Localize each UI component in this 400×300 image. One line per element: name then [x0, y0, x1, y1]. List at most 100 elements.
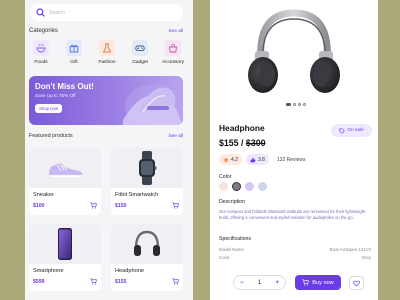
- featured-see-all-link[interactable]: See all: [168, 134, 183, 139]
- image-pagination: [286, 103, 306, 106]
- buy-now-button[interactable]: Buy now: [295, 275, 341, 290]
- spec-row: Model Name Boat Airdopes 121V2: [219, 247, 371, 252]
- product-price: $100: [33, 203, 45, 209]
- gamepad-icon: [132, 40, 148, 56]
- product-price: $150: [115, 203, 127, 209]
- product-price: $599: [33, 279, 45, 285]
- product-image: [29, 224, 101, 264]
- smartwatch-image: [139, 151, 157, 185]
- product-price: $155 / $300: [219, 138, 266, 148]
- color-swatches: [219, 182, 267, 191]
- on-sale-badge: On sale: [331, 124, 372, 137]
- tag-icon: [339, 127, 345, 134]
- product-name: Smartphone: [33, 268, 64, 274]
- product-name: Headphone: [115, 268, 144, 274]
- original-price: $300: [245, 138, 266, 148]
- promo-banner[interactable]: Don't Miss Out! Save Up to 75% Off Shop …: [29, 76, 183, 125]
- color-swatch-grey[interactable]: [232, 182, 241, 191]
- color-swatch-blush[interactable]: [219, 182, 228, 191]
- on-sale-label: On sale: [347, 128, 364, 133]
- star-icon: [223, 156, 229, 163]
- category-fashion[interactable]: Fashion: [93, 40, 121, 65]
- category-label: Gift: [70, 60, 78, 65]
- categories-see-all-link[interactable]: See all: [168, 29, 183, 34]
- category-label: Foods: [34, 60, 48, 65]
- spec-value: Boat Airdopes 121V2: [329, 247, 371, 252]
- color-swatch-blue[interactable]: [258, 182, 267, 191]
- category-label: Gadget: [132, 60, 148, 65]
- product-hero-image[interactable]: [210, 0, 378, 110]
- product-title: Headphone: [219, 123, 265, 133]
- product-image: [111, 224, 183, 264]
- add-to-cart-icon[interactable]: [90, 202, 97, 209]
- food-bowl-icon: [33, 40, 49, 56]
- specifications-label: Specifications: [219, 236, 252, 242]
- product-detail-screen: Headphone On sale $155 / $300 4.2 3.8 13…: [210, 0, 378, 300]
- categories-header: Categories See all: [29, 28, 183, 34]
- category-list: Foods Gift Fashion Gadget Accessory: [27, 40, 187, 65]
- dress-icon: [99, 40, 115, 56]
- category-gadget[interactable]: Gadget: [126, 40, 154, 65]
- price-separator: /: [238, 138, 246, 148]
- spec-key: Color: [219, 255, 230, 260]
- current-price: $155: [219, 138, 239, 148]
- product-name: Sneaker: [33, 192, 54, 198]
- add-to-cart-icon[interactable]: [90, 278, 97, 285]
- pagination-dot[interactable]: [303, 103, 306, 106]
- category-accessory[interactable]: Accessory: [159, 40, 187, 65]
- headphone-hero-image: [248, 9, 340, 93]
- description-label: Description: [219, 199, 245, 205]
- handbag-icon: [165, 40, 181, 56]
- buy-now-label: Buy now: [312, 279, 334, 286]
- quantity-stepper[interactable]: − 1 +: [233, 275, 286, 290]
- headphone-image: [134, 230, 160, 256]
- featured-title: Featured products: [29, 133, 73, 139]
- color-swatch-lavender[interactable]: [245, 182, 254, 191]
- product-card-sneaker[interactable]: Sneaker $100: [29, 148, 101, 215]
- reviews-count[interactable]: 132 Reviews: [277, 157, 306, 163]
- description-text: Our compact and foldable Bluetooth earbu…: [219, 209, 366, 220]
- search-icon: [36, 8, 45, 17]
- spec-key: Model Name: [219, 247, 244, 252]
- category-gift[interactable]: Gift: [60, 40, 88, 65]
- promo-product-image: [123, 84, 183, 125]
- cart-icon: [302, 279, 310, 286]
- product-name: Fitbit Smartwatch: [115, 192, 159, 198]
- add-to-cart-icon[interactable]: [172, 202, 179, 209]
- decrease-button[interactable]: −: [240, 280, 244, 286]
- category-label: Accessory: [161, 60, 185, 65]
- product-card-headphone[interactable]: Headphone $155: [111, 224, 183, 291]
- product-image: [29, 148, 101, 188]
- rating-row: 4.2 3.8 132 Reviews: [219, 154, 306, 165]
- product-image: [111, 148, 183, 188]
- banner-subtitle: Save Up to 75% Off: [35, 93, 76, 98]
- banner-title: Don't Miss Out!: [35, 82, 94, 91]
- categories-title: Categories: [29, 28, 59, 34]
- spec-value: Grey: [361, 255, 371, 260]
- search-bar[interactable]: Search: [30, 4, 183, 21]
- heart-icon: [353, 280, 360, 286]
- add-to-cart-icon[interactable]: [172, 278, 179, 285]
- smartphone-image: [58, 228, 72, 260]
- pagination-dot[interactable]: [286, 103, 291, 106]
- likes-chip: 3.8: [245, 154, 269, 165]
- pagination-dot[interactable]: [293, 103, 296, 106]
- product-card-smartphone[interactable]: Smartphone $599: [29, 224, 101, 291]
- color-label: Color: [219, 174, 232, 180]
- shop-now-button[interactable]: Shop now: [35, 104, 62, 113]
- home-screen: Search Categories See all Foods Gift Fas…: [25, 0, 193, 300]
- product-price: $155: [115, 279, 127, 285]
- increase-button[interactable]: +: [275, 280, 279, 286]
- product-card-smartwatch[interactable]: Fitbit Smartwatch $150: [111, 148, 183, 215]
- quantity-value: 1: [257, 279, 262, 286]
- rating-value: 4.2: [231, 156, 238, 163]
- likes-value: 3.8: [257, 156, 265, 163]
- category-foods[interactable]: Foods: [27, 40, 55, 65]
- pagination-dot[interactable]: [298, 103, 301, 106]
- category-label: Fashion: [98, 60, 116, 65]
- favorite-button[interactable]: [349, 276, 364, 290]
- search-input[interactable]: Search: [49, 10, 65, 16]
- thumbs-up-icon: [250, 157, 256, 162]
- sneaker-image: [48, 163, 83, 179]
- gift-icon: [66, 40, 82, 56]
